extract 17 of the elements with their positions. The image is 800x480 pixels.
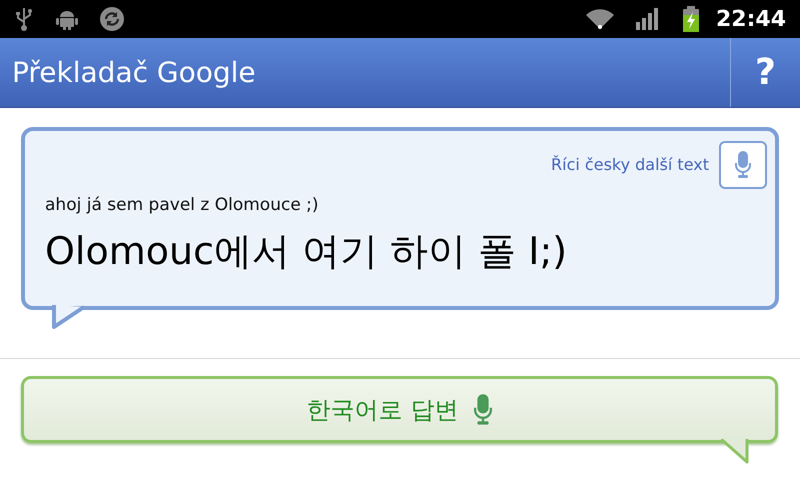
clock-time: 22:44 [716, 6, 786, 34]
microphone-button[interactable] [719, 141, 767, 189]
help-button[interactable]: ? [730, 38, 800, 107]
speak-link[interactable]: Říci česky další text [551, 153, 709, 177]
wifi-icon [586, 8, 614, 30]
reply-button[interactable]: 한국어로 답변 [21, 376, 778, 443]
microphone-icon [735, 151, 751, 179]
signal-icon [636, 8, 660, 30]
battery-charging-icon [682, 6, 700, 32]
translated-text: Olomouc에서 여기 하이 폴 I;) [45, 228, 568, 274]
app-title: Překladač Google [12, 54, 256, 90]
microphone-icon [474, 394, 492, 426]
usb-icon [14, 6, 34, 32]
android-icon [56, 8, 78, 30]
sync-icon [100, 7, 124, 31]
source-text: ahoj já sem pavel z Olomouce ;) [45, 194, 320, 217]
reply-label: 한국어로 답변 [306, 394, 458, 426]
